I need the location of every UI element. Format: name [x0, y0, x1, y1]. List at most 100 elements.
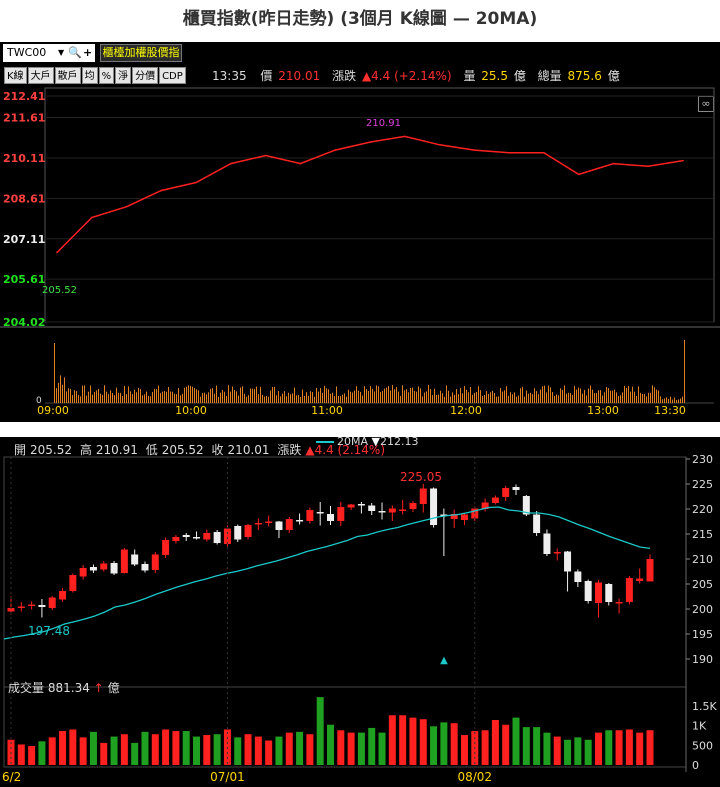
- intraday-volume-bar: [60, 375, 61, 403]
- intraday-volume-bar: [232, 386, 233, 403]
- category-button[interactable]: 櫃檯加權股價指: [100, 44, 182, 62]
- candle-down: [110, 563, 118, 574]
- candle-down: [368, 505, 376, 511]
- volume-bar: [368, 727, 376, 765]
- intraday-volume-bar: [392, 385, 393, 403]
- intraday-volume-bar: [224, 391, 225, 403]
- candle-up: [203, 533, 211, 540]
- kline-panel: 230 225 220 215 210 205 200 195 190 225.05 197.48 ▲…: [0, 437, 720, 787]
- mode-button-2[interactable]: 散戶: [54, 67, 81, 84]
- intraday-volume-bar: [212, 388, 213, 403]
- intraday-volume-bar: [268, 396, 269, 403]
- candle-down: [141, 564, 149, 571]
- intraday-volume-bar: [166, 391, 167, 403]
- intraday-volume-bar: [312, 392, 313, 403]
- volume-bar: [69, 729, 77, 765]
- intraday-volume-bar: [382, 391, 383, 403]
- intraday-volume-bar: [68, 388, 69, 403]
- intraday-volume-bar: [372, 388, 373, 403]
- volume-bar: [265, 740, 273, 765]
- intraday-volume-bar: [432, 395, 433, 403]
- intraday-volume-bar: [456, 389, 457, 403]
- intraday-volume-bar: [180, 395, 181, 403]
- intraday-volume-bar: [602, 395, 603, 403]
- link-icon[interactable]: ∞: [698, 96, 714, 112]
- volume-bar: [17, 744, 25, 765]
- intraday-volume-bar: [486, 391, 487, 403]
- intraday-volume-bar: [578, 387, 579, 403]
- x-tick-label: 08/02: [457, 770, 492, 784]
- intraday-volume-bar: [518, 395, 519, 403]
- intraday-volume-bar: [374, 391, 375, 403]
- intraday-volume-bar: [288, 392, 289, 403]
- mode-button-4[interactable]: %: [98, 67, 115, 84]
- intraday-volume-bar: [86, 395, 87, 403]
- intraday-volume-bar: [654, 387, 655, 403]
- candle-up: [100, 563, 108, 570]
- intraday-volume-bar: [676, 399, 677, 403]
- intraday-volume-bar: [370, 386, 371, 403]
- intraday-volume-bar: [162, 391, 163, 403]
- symbol-input[interactable]: TWC00 ▼ 🔍 +: [3, 44, 95, 62]
- intraday-volume-bar: [560, 388, 561, 403]
- intraday-volume-bar: [538, 394, 539, 403]
- x-tick-label: 6/2: [2, 770, 21, 784]
- intraday-volume-bar: [358, 390, 359, 403]
- volume-value: 881.34: [47, 681, 90, 695]
- intraday-volume-bar: [678, 399, 679, 403]
- intraday-volume-bar: [668, 398, 669, 403]
- high-value: 210.91: [95, 443, 138, 457]
- plus-icon[interactable]: +: [83, 44, 92, 62]
- volume-bar: [213, 734, 221, 765]
- intraday-volume-bar: [188, 385, 189, 403]
- chevron-down-icon[interactable]: ▼: [58, 44, 64, 62]
- mode-button-0[interactable]: K線: [4, 67, 27, 84]
- intraday-volume-bar: [228, 385, 229, 403]
- total-value: 875.6: [567, 69, 602, 83]
- intraday-volume-bar: [394, 389, 395, 403]
- intraday-volume-bar: [612, 390, 613, 403]
- volume-bar: [182, 731, 190, 765]
- open-label: 開: [14, 443, 27, 457]
- candle-down: [131, 554, 139, 565]
- mode-button-1[interactable]: 大戶: [27, 67, 54, 84]
- intraday-point: [543, 152, 545, 154]
- search-icon[interactable]: 🔍: [68, 44, 82, 62]
- candle-up: [265, 521, 273, 523]
- intraday-volume-bar: [226, 395, 227, 403]
- low-label: 205.52: [42, 285, 77, 296]
- intraday-volume-bar: [666, 397, 667, 403]
- mode-button-5[interactable]: 淨: [115, 67, 132, 84]
- intraday-volume-bar: [684, 340, 685, 403]
- mode-button-7[interactable]: CDP: [159, 67, 186, 84]
- intraday-volume-bar: [90, 385, 91, 403]
- intraday-volume-bar: [122, 396, 123, 403]
- volume-bar: [193, 736, 201, 765]
- mode-button-3[interactable]: 均: [81, 67, 98, 84]
- intraday-volume-bar: [118, 392, 119, 403]
- intraday-volume-bar: [606, 387, 607, 403]
- intraday-volume-bar: [540, 389, 541, 403]
- intraday-volume-bar: [412, 387, 413, 403]
- intraday-volume-bar: [310, 391, 311, 403]
- volume-bar: [440, 722, 448, 765]
- intraday-volume-bar: [318, 391, 319, 403]
- intraday-volume-bar: [440, 390, 441, 403]
- intraday-volume-bar: [550, 387, 551, 403]
- intraday-volume-bar: [168, 386, 169, 403]
- intraday-volume-bar: [360, 391, 361, 403]
- mode-button-6[interactable]: 分價: [132, 67, 159, 84]
- intraday-volume-bar: [462, 393, 463, 403]
- candle-down: [327, 514, 334, 521]
- intraday-volume-bar: [270, 390, 271, 403]
- intraday-volume-bar: [408, 392, 409, 403]
- volume-bar: [357, 732, 365, 765]
- volume-bar: [564, 739, 572, 765]
- up-arrow-icon: ↑: [93, 681, 104, 695]
- intraday-volume-bar: [648, 392, 649, 403]
- volume-bar: [605, 730, 613, 765]
- intraday-volume-bar: [610, 390, 611, 403]
- intraday-volume-bar: [526, 390, 527, 403]
- intraday-volume-bar: [546, 392, 547, 403]
- close-value: 210.01: [227, 443, 270, 457]
